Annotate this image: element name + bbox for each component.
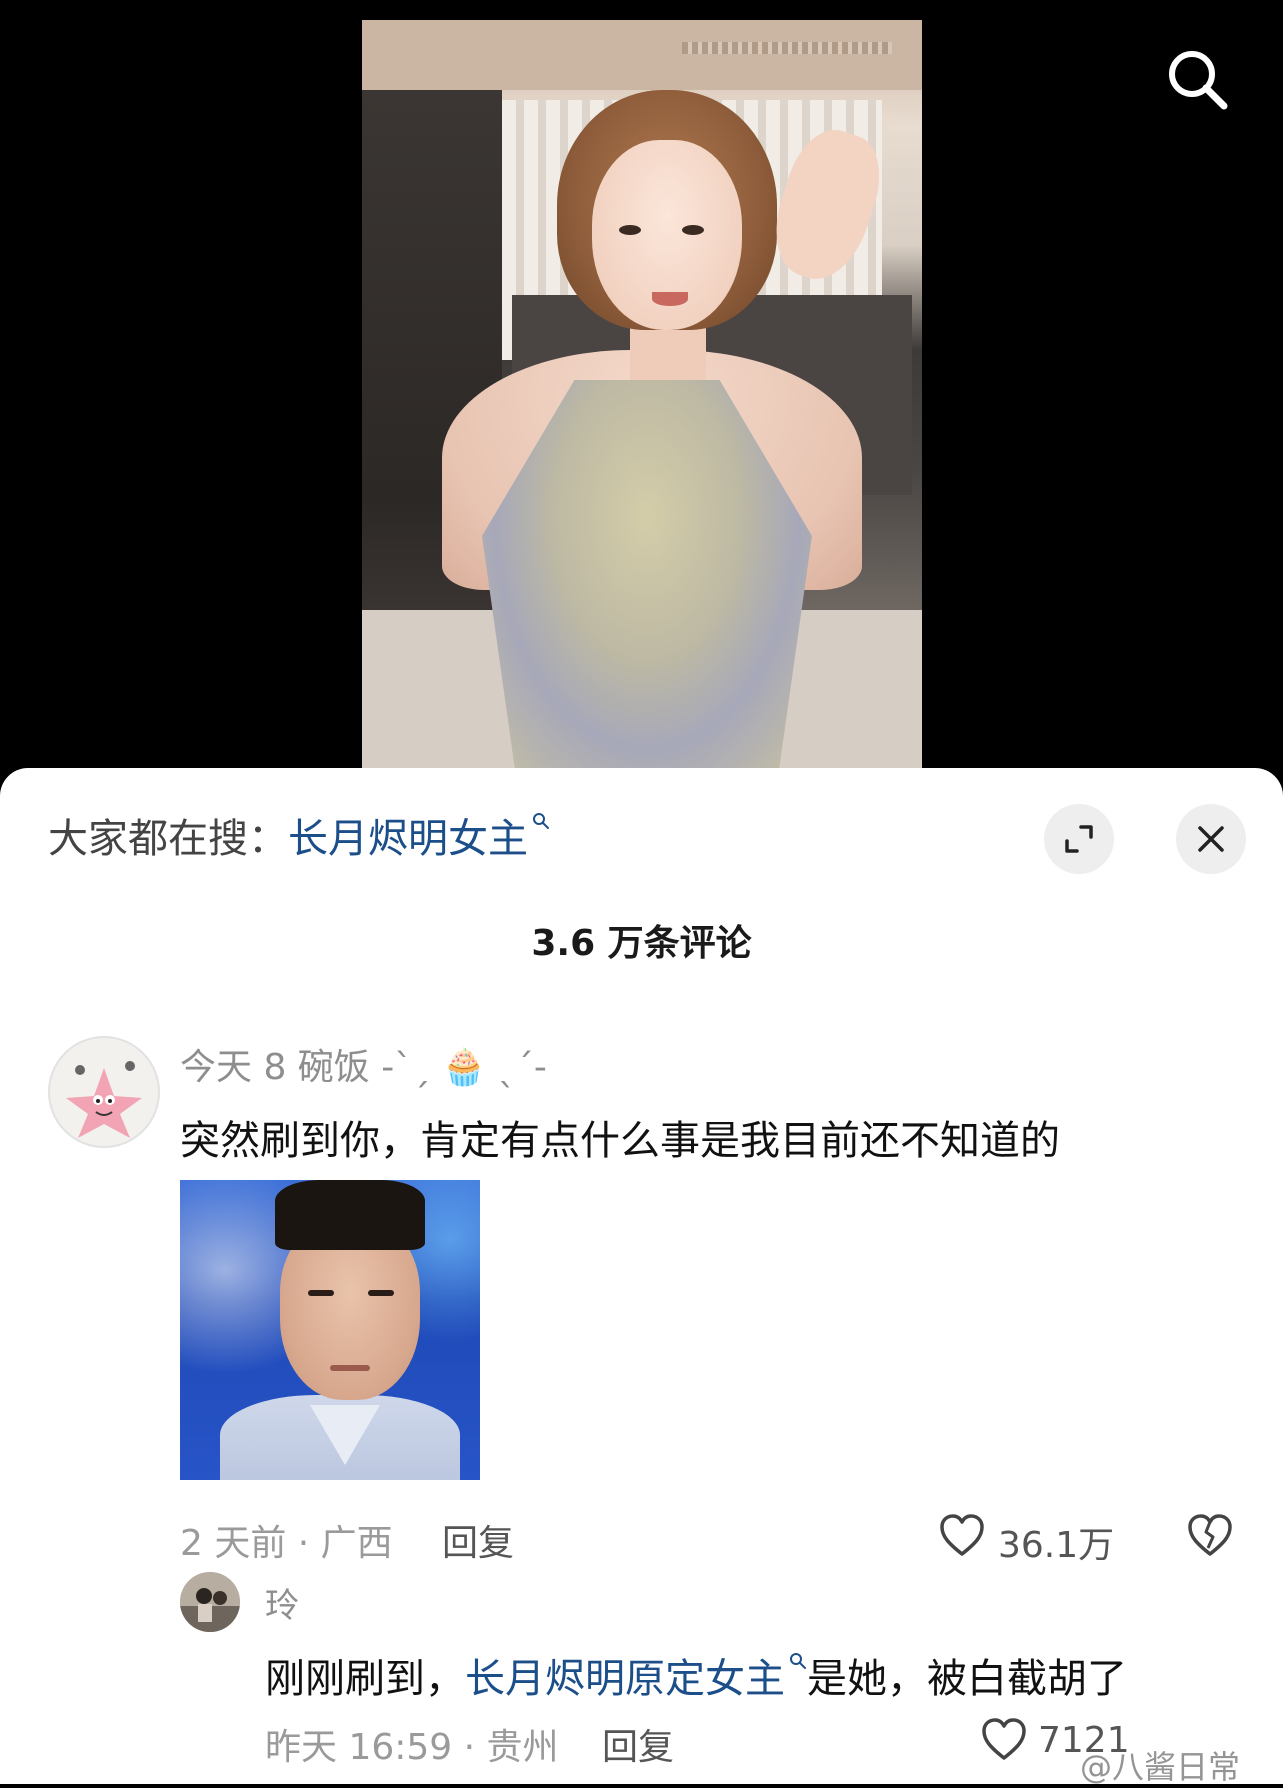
reply-username[interactable]: 玲	[265, 1578, 299, 1627]
video-vent	[682, 42, 892, 54]
expand-button[interactable]	[1044, 804, 1114, 874]
watermark: @八酱日常	[1080, 1748, 1241, 1786]
heart-icon	[982, 1718, 1026, 1760]
comment-count: 3.6 万条评论	[531, 923, 752, 964]
video-frame[interactable]	[362, 20, 922, 770]
meme-person-hair	[275, 1180, 425, 1250]
expand-icon	[1065, 825, 1093, 853]
like-button[interactable]	[938, 1512, 986, 1562]
search-icon	[533, 813, 549, 829]
reply-button[interactable]: 回复	[442, 1514, 514, 1566]
reply-button[interactable]: 回复	[602, 1718, 674, 1770]
reply-text-prefix: 刚刚刷到，	[265, 1656, 465, 1702]
comment-sheet: 大家都在搜：长月烬明女主 3.6 万条评论 今天 8 碗饭 -ˋˏ 🧁 ˎˊ- …	[0, 768, 1283, 1784]
reply-text-link[interactable]: 长月烬明原定女主	[465, 1656, 785, 1702]
video-person-eye	[682, 225, 704, 235]
reply-meta: 昨天 16:59 · 贵州	[265, 1727, 559, 1768]
close-icon	[1198, 826, 1224, 852]
reply-text: 刚刚刷到，长月烬明原定女主 是她，被白截胡了	[265, 1646, 1127, 1704]
like-count: 36.1万	[998, 1525, 1115, 1566]
hot-search-link[interactable]: 长月烬明女主	[288, 816, 528, 862]
meme-person-eye	[308, 1290, 334, 1296]
close-button[interactable]	[1176, 804, 1246, 874]
search-icon[interactable]	[1166, 48, 1230, 112]
hot-search-bar[interactable]: 大家都在搜：长月烬明女主	[48, 806, 550, 864]
video-ceiling	[362, 20, 922, 90]
video-person-mouth	[652, 292, 688, 306]
comment-username[interactable]: 今天 8 碗饭 -ˋˏ 🧁 ˎˊ-	[180, 1038, 547, 1090]
comment-meta: 2 天前 · 广西	[180, 1523, 393, 1564]
comment-image[interactable]	[180, 1180, 480, 1480]
search-icon	[790, 1653, 806, 1669]
hot-search-prefix: 大家都在搜：	[48, 816, 288, 862]
heart-icon	[940, 1514, 984, 1556]
like-button[interactable]	[980, 1716, 1028, 1766]
video-person-eye	[619, 225, 641, 235]
broken-heart-icon	[1188, 1514, 1232, 1556]
meme-person-eye	[368, 1290, 394, 1296]
video-player[interactable]	[0, 0, 1283, 790]
dislike-button[interactable]	[1186, 1512, 1234, 1562]
avatar[interactable]	[48, 1036, 160, 1148]
meme-person-mouth	[330, 1365, 370, 1371]
reply-text-suffix: 是她，被白截胡了	[807, 1656, 1127, 1702]
avatar[interactable]	[180, 1572, 240, 1632]
comment-text: 突然刷到你，肯定有点什么事是我目前还不知道的	[180, 1118, 1060, 1164]
